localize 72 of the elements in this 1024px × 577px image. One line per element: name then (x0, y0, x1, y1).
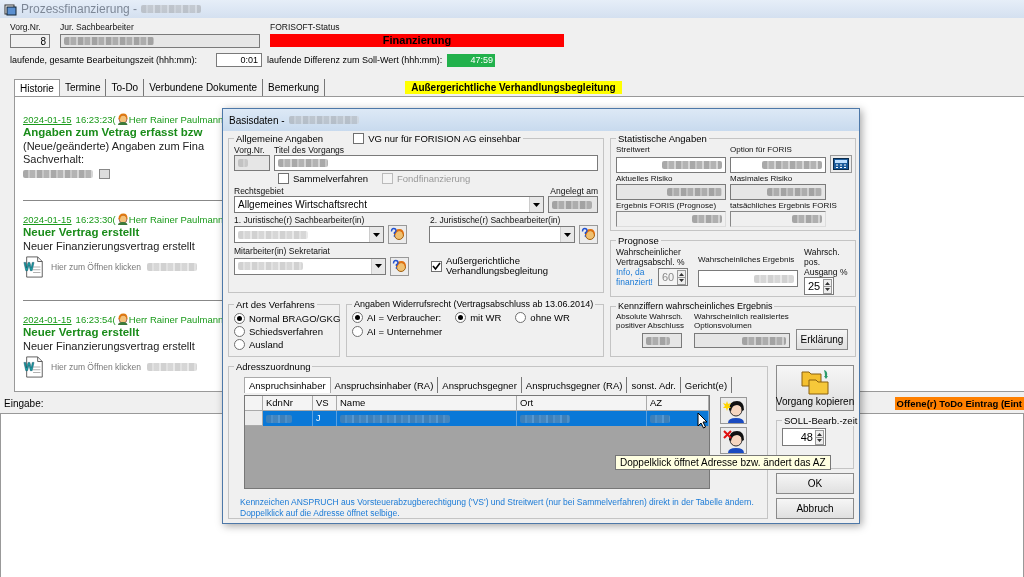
field-label: 2. Juristische(r) Sachbearbeiter(in) (430, 215, 561, 225)
table-cell: J (313, 411, 337, 426)
status-bar: Finanzierung (270, 34, 564, 47)
flag-badge: Außergerichtliche Verhandlungsbegleitung (405, 81, 622, 94)
radio-label: mit WR (470, 312, 502, 323)
group-title: Prognose (618, 235, 659, 246)
user-name: Herr Rainer Paulmann (128, 313, 224, 325)
user-name: Herr Rainer Paulmann (128, 213, 224, 225)
entry-time: 16:23:54( (75, 313, 116, 325)
field-label: Aktuelles Risiko (616, 174, 674, 183)
field-label: Wahrscheinliches Ergebnis (698, 255, 796, 264)
entry-text: Sachverhalt: (23, 153, 85, 166)
field-label: Masimales Risiko (730, 174, 794, 183)
field-label: Streitwert (616, 145, 651, 154)
column-header: VS (313, 396, 337, 411)
time-field: 0:01 (216, 53, 262, 67)
entry-time: 16:23:23( (75, 113, 116, 125)
field-label: Jur. Sachbearbeiter (60, 22, 135, 32)
field-label: Vorg.Nr. (10, 22, 42, 32)
window-title: Prozessfinanzierung - (21, 2, 138, 16)
entry-text: Neuer Finanzierungsvertrag erstellt (23, 340, 195, 353)
field-label: Absolute Wahrsch. positiver Abschluss (616, 312, 686, 330)
group-title: Kennziffern wahrscheinliches Ergebnis (618, 301, 773, 311)
group-title: Art des Verfahrens (236, 299, 315, 310)
hint-text: Kennzeichen ANSPRUCH aus Vorsteuerabzugberechtigung ('VS') und Streitwert (nur bei Sammelverfahren) direkt in der Tabelle ändern. Doppelklick auf die Adresse öffnet selbige. (240, 497, 755, 519)
field-label: Ergebnis FORIS (Prognose) (616, 201, 718, 210)
group-title: Adresszuordnung (236, 361, 311, 372)
checkbox-label: Fondfinanzierung (397, 173, 471, 184)
field-label: FORISOFT-Status (270, 22, 341, 32)
field-label: tatsächliches Ergebnis FORIS (730, 201, 838, 210)
group-title: Angaben Widerrufsrecht (Vertragsabschluss ab 13.06.2014) (354, 299, 594, 309)
field-label: Angelegt am (550, 186, 598, 196)
group-title: Allgemeine Angaben (236, 133, 324, 144)
radio-label: AI = Verbraucher: (367, 312, 442, 323)
entry-text: (Neue/geänderte) Angaben zum Fina (23, 140, 204, 153)
radio-label: AI = Unternehmer (367, 326, 443, 337)
field-label: Option für FORIS (730, 145, 793, 154)
todo-badge: Offene(r) ToDo Eintrag (Eint (894, 396, 1024, 410)
field-label: Wahrsch. pos. Ausgang % (804, 247, 848, 277)
input-label: Eingabe: (4, 397, 44, 409)
entry-title: Neuer Vertrag erstellt (23, 325, 140, 340)
entry-time: 16:23:30( (75, 213, 116, 225)
entry-text: Neuer Finanzierungsvertrag erstellt (23, 240, 195, 253)
difference-value: 47:59 (447, 53, 495, 67)
radio-label: Ausland (249, 339, 284, 350)
field-label: Rechtsgebiet (234, 186, 284, 196)
field-label: Wahrscheinlicher Vertragsabschl. % (616, 247, 686, 267)
field-label: Vorg.Nr. (234, 145, 264, 155)
field-label: laufende, gesamte Bearbeitungszeit (hhh:mm): (10, 55, 199, 65)
radio-label: Normal BRAGO/GKG (249, 313, 341, 324)
field-label: 1. Juristische(r) Sachbearbeiter(in) (234, 215, 366, 225)
checkbox-label: Sammelverfahren (293, 173, 368, 184)
group-title: SOLL-Bearb.-zeit (784, 415, 858, 426)
radio-label: Schiedsverfahren (249, 326, 323, 337)
column-header: KdnNr (263, 396, 313, 411)
radio-label: ohne WR (530, 312, 570, 323)
field-label: laufende Differenz zum Soll-Wert (hhh:mm): (267, 55, 444, 65)
field-label: Titel des Vorgangs (274, 145, 345, 155)
field-label: Wahrscheinlich realisiertes Optionsvolumen (694, 312, 790, 330)
dialog-title: Basisdaten - (229, 114, 285, 126)
number-field: 8 (10, 34, 50, 48)
checkbox-label: VG nur für FORISION AG einsehbar (368, 133, 521, 144)
entry-title: Angaben zum Vetrag erfasst bzw (23, 125, 203, 140)
checkbox-label: Außergerichtliche Verhandlungsbegleitung (446, 256, 549, 276)
entry-title: Neuer Vertrag erstellt (23, 225, 140, 240)
field-label: Mitarbeiter(in) Sekretariat (234, 246, 330, 256)
group-title: Statistische Angaben (618, 133, 707, 144)
column-header: Ort (517, 396, 647, 411)
column-header: Name (337, 396, 517, 411)
column-header: AZ (647, 396, 709, 411)
tooltip: Doppelklick öffnet Adresse bzw. ändert das AZ (615, 455, 831, 470)
user-name: Herr Rainer Paulmann (128, 113, 224, 125)
